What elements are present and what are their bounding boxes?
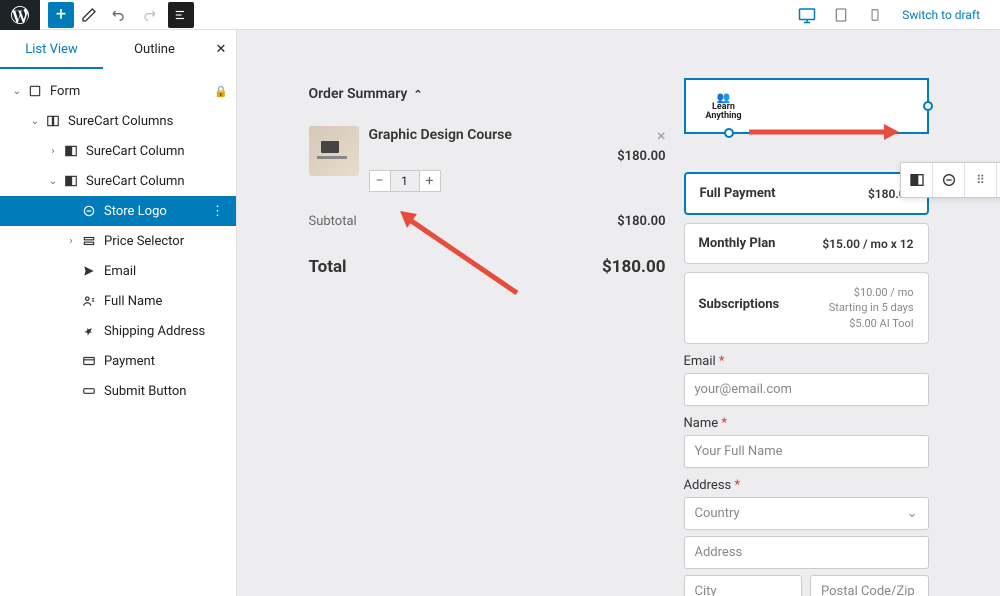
- card-icon: [80, 352, 98, 370]
- annotation-arrow: [397, 208, 527, 298]
- plan-subscriptions[interactable]: Subscriptions $10.00 / mo Starting in 5 …: [684, 272, 929, 344]
- tree-payment[interactable]: Payment: [0, 346, 236, 376]
- product-image: [309, 126, 359, 176]
- tree-price-selector[interactable]: › Price Selector: [0, 226, 236, 256]
- toolbar-drag-icon[interactable]: ⠿: [965, 163, 997, 197]
- tree-store-logo[interactable]: Store Logo ⋮: [0, 196, 236, 226]
- lock-icon: 🔒: [214, 85, 228, 98]
- annotation-arrow: [749, 122, 899, 142]
- postal-field[interactable]: Postal Code/Zip: [810, 575, 929, 596]
- chevron-up-icon: ⌃: [413, 88, 422, 101]
- tree-form[interactable]: ⌄ Form 🔒: [0, 76, 236, 106]
- close-panel-icon[interactable]: ✕: [206, 30, 236, 69]
- email-icon: [80, 262, 98, 280]
- name-field[interactable]: Your Full Name: [684, 435, 929, 468]
- wordpress-logo[interactable]: [0, 0, 40, 30]
- qty-decrease-button[interactable]: −: [369, 170, 391, 192]
- email-field[interactable]: your@email.com: [684, 373, 929, 406]
- resize-handle[interactable]: [724, 128, 734, 138]
- more-icon[interactable]: ⋮: [207, 204, 228, 219]
- button-icon: [80, 382, 98, 400]
- order-summary-toggle[interactable]: Order Summary ⌃: [309, 78, 666, 118]
- name-label: Name *: [684, 416, 929, 431]
- product-price: $180.00: [369, 149, 666, 164]
- tree-surecart-columns[interactable]: ⌄ SureCart Columns: [0, 106, 236, 136]
- tree-surecart-column-1[interactable]: › SureCart Column: [0, 136, 236, 166]
- desktop-view-icon[interactable]: [792, 0, 822, 30]
- store-logo-image: 👥 Learn Anything: [696, 90, 752, 122]
- undo-button[interactable]: [104, 0, 134, 30]
- subtotal-value: $180.00: [617, 214, 665, 229]
- remove-item-icon[interactable]: ×: [657, 126, 666, 145]
- country-select[interactable]: Country ⌄: [684, 497, 929, 530]
- product-name: Graphic Design Course: [369, 126, 512, 144]
- email-label: Email *: [684, 354, 929, 369]
- toolbar-block-type[interactable]: [901, 163, 933, 197]
- list-view-toggle[interactable]: [168, 2, 194, 28]
- address-field[interactable]: Address: [684, 536, 929, 569]
- column-icon: [62, 172, 80, 190]
- tablet-view-icon[interactable]: [826, 0, 856, 30]
- qty-increase-button[interactable]: +: [419, 170, 441, 192]
- person-icon: [80, 292, 98, 310]
- toolbar-logo-icon[interactable]: [933, 163, 965, 197]
- address-label: Address *: [684, 478, 929, 493]
- tree-shipping-address[interactable]: Shipping Address: [0, 316, 236, 346]
- columns-icon: [44, 112, 62, 130]
- pin-icon: [80, 322, 98, 340]
- tree-full-name[interactable]: Full Name: [0, 286, 236, 316]
- tree-submit-button[interactable]: Submit Button: [0, 376, 236, 406]
- redo-button[interactable]: [134, 0, 164, 30]
- edit-mode-button[interactable]: [74, 0, 104, 30]
- plan-full-payment[interactable]: Full Payment $180.00: [684, 172, 929, 215]
- mobile-view-icon[interactable]: [860, 0, 890, 30]
- tab-list-view[interactable]: List View: [0, 30, 103, 69]
- column-icon: [62, 142, 80, 160]
- city-field[interactable]: City: [684, 575, 803, 596]
- resize-handle[interactable]: [923, 101, 933, 111]
- tree-email[interactable]: Email: [0, 256, 236, 286]
- total-value: $180.00: [602, 257, 665, 277]
- switch-to-draft-link[interactable]: Switch to draft: [894, 8, 988, 22]
- price-icon: [80, 232, 98, 250]
- chevron-down-icon: ⌄: [907, 506, 918, 521]
- add-block-button[interactable]: +: [48, 2, 74, 28]
- total-label: Total: [309, 257, 347, 277]
- tab-outline[interactable]: Outline: [103, 30, 206, 69]
- form-icon: [26, 82, 44, 100]
- subtotal-label: Subtotal: [309, 214, 357, 229]
- block-toolbar: ⠿ ⌃⌄ ⋮: [900, 162, 1000, 198]
- logo-icon: [80, 202, 98, 220]
- qty-value: 1: [391, 170, 419, 192]
- plan-monthly[interactable]: Monthly Plan $15.00 / mo x 12: [684, 223, 929, 264]
- tree-surecart-column-2[interactable]: ⌄ SureCart Column: [0, 166, 236, 196]
